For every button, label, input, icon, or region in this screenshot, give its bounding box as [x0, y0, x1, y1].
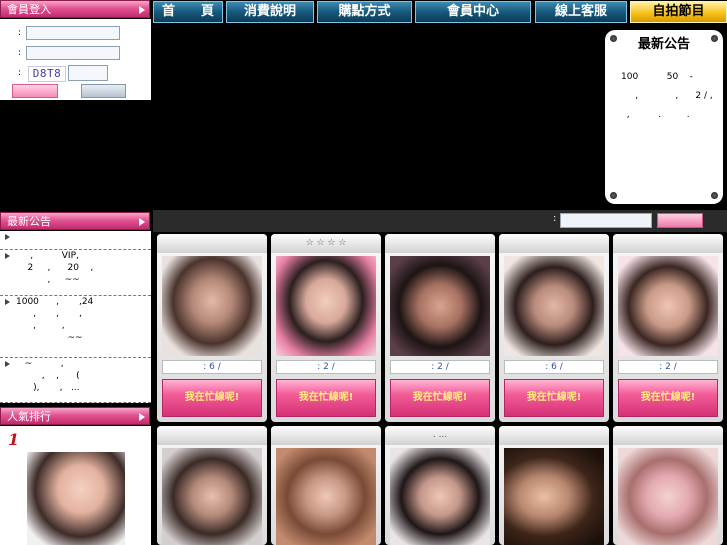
nav-home[interactable]: 首 頁: [153, 1, 223, 23]
screw-icon: [610, 192, 617, 199]
busy-status-button[interactable]: 我在忙線呢!: [504, 379, 604, 417]
password-label: :: [18, 48, 22, 58]
news-item[interactable]: ~ , , , ( ), , ...: [0, 358, 151, 403]
model-photo[interactable]: [390, 256, 490, 356]
card-meta: : 6 /: [504, 360, 604, 374]
captcha-image: D8T8: [28, 66, 66, 82]
card-meta: : 2 /: [618, 360, 718, 374]
model-grid: : 6 / 我在忙線呢! ☆ ☆ ☆ ☆ : 2 / 我在忙線呢! : 2 / …: [153, 232, 727, 545]
login-header-label: 會員登入: [7, 3, 51, 16]
search-button[interactable]: [657, 213, 703, 228]
news-text: 1000 , ,24 , , , , , ~~: [16, 297, 94, 343]
password-input[interactable]: [26, 46, 120, 60]
card-header: [157, 426, 267, 445]
busy-status-button[interactable]: 我在忙線呢!: [162, 379, 262, 417]
ranking-header: 人氣排行: [0, 407, 150, 425]
card-header: [385, 234, 495, 253]
arrow-icon: [5, 299, 10, 305]
model-card[interactable]: [157, 426, 267, 545]
model-card[interactable]: [613, 426, 723, 545]
left-spacer: [0, 100, 151, 210]
busy-status-button[interactable]: 我在忙線呢!: [618, 379, 718, 417]
nav-member-center[interactable]: 會員中心: [415, 1, 531, 23]
login-header: 會員登入: [0, 0, 150, 18]
nav-support[interactable]: 線上客服: [535, 1, 627, 23]
model-photo[interactable]: [618, 256, 718, 356]
news-text: ~ , , , ( ), , ...: [24, 359, 80, 393]
search-label: :: [553, 213, 557, 224]
card-header: . ...: [385, 426, 495, 445]
model-card[interactable]: : 2 / 我在忙線呢!: [385, 234, 495, 422]
announcement-text: 100 50 - , , 2 / , , . .: [621, 72, 713, 120]
model-card[interactable]: ☆ ☆ ☆ ☆ : 2 / 我在忙線呢!: [271, 234, 381, 422]
nav-selfie-show[interactable]: 自拍節目: [630, 1, 727, 23]
card-header: [499, 234, 609, 253]
news-list: , VIP, 2 , 20 , , ~~ 1000 , ,24 , , , , …: [0, 231, 151, 403]
ranking-header-label: 人氣排行: [7, 410, 51, 423]
arrow-icon: [5, 234, 10, 240]
left-column: 會員登入 : : : D8T8 最新公告 , VIP, 2 , 20 , , ~…: [0, 0, 152, 545]
news-text: , VIP, 2 , 20 , , ~~: [27, 251, 94, 285]
model-card[interactable]: [499, 426, 609, 545]
model-photo[interactable]: [162, 448, 262, 545]
top-nav: 首 頁 消費說明 購點方式 會員中心 線上客服 自拍節目: [153, 0, 727, 24]
news-item[interactable]: , VIP, 2 , 20 , , ~~: [0, 250, 151, 296]
announcement-panel: 最新公告 100 50 - , , 2 / , , . .: [605, 30, 723, 204]
model-card[interactable]: . ...: [385, 426, 495, 545]
announcement-title: 最新公告: [637, 37, 690, 52]
card-header: [613, 234, 723, 253]
login-form: : : : D8T8: [0, 19, 151, 100]
model-card[interactable]: : 6 / 我在忙線呢!: [157, 234, 267, 422]
search-bar: :: [153, 210, 727, 232]
ranking-box: 1: [0, 426, 151, 545]
card-header: [271, 426, 381, 445]
busy-status-button[interactable]: 我在忙線呢!: [390, 379, 490, 417]
card-header: ☆ ☆ ☆ ☆: [271, 234, 381, 253]
card-header: [157, 234, 267, 253]
model-card[interactable]: : 6 / 我在忙線呢!: [499, 234, 609, 422]
arrow-icon: [5, 361, 10, 367]
model-photo[interactable]: [162, 256, 262, 356]
busy-status-button[interactable]: 我在忙線呢!: [276, 379, 376, 417]
model-card[interactable]: : 2 / 我在忙線呢!: [613, 234, 723, 422]
card-header: [499, 426, 609, 445]
card-meta: : 6 /: [162, 360, 262, 374]
model-photo[interactable]: [504, 448, 604, 545]
card-meta: : 2 /: [276, 360, 376, 374]
news-item[interactable]: 1000 , ,24 , , , , , ~~: [0, 296, 151, 358]
model-card[interactable]: [271, 426, 381, 545]
model-photo[interactable]: [276, 448, 376, 545]
model-photo[interactable]: [276, 256, 376, 356]
news-item[interactable]: [0, 231, 151, 250]
login-button[interactable]: [12, 84, 58, 98]
screw-icon: [711, 192, 718, 199]
search-input[interactable]: [560, 213, 652, 228]
rank-number: 1: [8, 430, 20, 449]
username-input[interactable]: [26, 26, 120, 40]
model-photo[interactable]: [504, 256, 604, 356]
captcha-input[interactable]: [68, 65, 108, 81]
captcha-label: :: [18, 68, 22, 78]
nav-purchase[interactable]: 購點方式: [317, 1, 412, 23]
username-label: :: [18, 28, 22, 38]
arrow-icon: [5, 253, 10, 259]
news-header-label: 最新公告: [7, 215, 51, 228]
card-meta: : 2 /: [390, 360, 490, 374]
nav-pricing[interactable]: 消費說明: [226, 1, 314, 23]
model-photo[interactable]: [618, 448, 718, 545]
register-button[interactable]: [81, 84, 126, 98]
ranking-photo[interactable]: [27, 452, 125, 545]
model-photo[interactable]: [390, 448, 490, 545]
news-header: 最新公告: [0, 212, 150, 230]
card-header: [613, 426, 723, 445]
